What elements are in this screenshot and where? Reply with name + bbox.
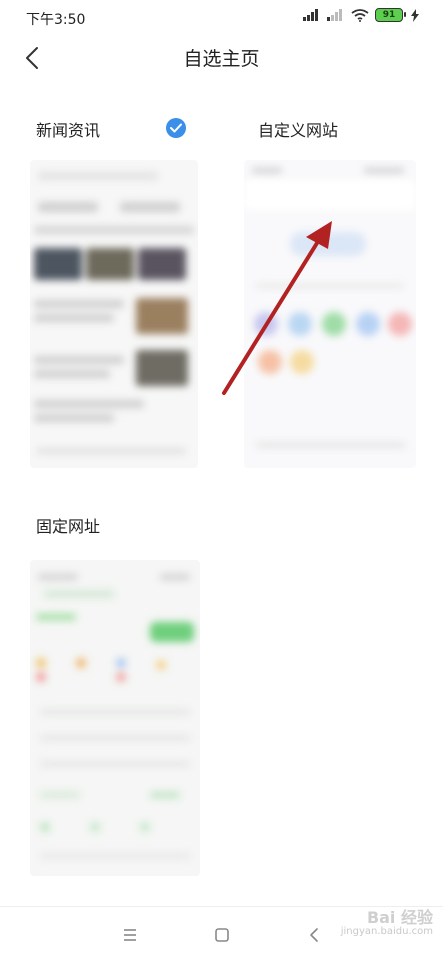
page-title: 自选主页 [183, 48, 260, 70]
news-preview[interactable] [30, 160, 198, 468]
home-button[interactable] [208, 921, 236, 949]
fixed-url-preview-content [30, 560, 200, 876]
signal-icon [327, 9, 342, 21]
watermark-sub: jingyan.baidu.com [340, 926, 433, 937]
back-nav-icon [310, 928, 318, 942]
signal-icon [303, 9, 318, 21]
news-preview-content [30, 160, 198, 468]
charging-icon [411, 8, 419, 22]
status-bar: 下午3:50 91 [0, 0, 443, 36]
fixed-url-preview[interactable] [30, 560, 200, 876]
battery-level: 91 [382, 10, 396, 20]
watermark-main: Bai 经验 [366, 908, 433, 927]
watermark: Bai 经验 jingyan.baidu.com [340, 908, 433, 939]
menu-button[interactable] [116, 921, 144, 949]
nav-back-button[interactable] [300, 921, 328, 949]
bottom-navigation: Bai 经验 jingyan.baidu.com [0, 906, 443, 960]
card-label-custom: 自定义网站 [258, 121, 339, 140]
card-label-news: 新闻资讯 [36, 121, 101, 140]
menu-icon [124, 929, 136, 941]
custom-site-preview-content [244, 160, 416, 468]
header: 自选主页 [0, 36, 443, 80]
home-icon [215, 928, 229, 942]
battery-icon: 91 [375, 8, 406, 22]
status-icons: 91 [303, 8, 421, 22]
check-icon [166, 118, 186, 138]
status-time: 下午3:50 [26, 12, 86, 28]
wifi-icon [351, 8, 369, 22]
card-label-fixed: 固定网址 [36, 517, 101, 536]
custom-site-preview[interactable] [244, 160, 416, 468]
